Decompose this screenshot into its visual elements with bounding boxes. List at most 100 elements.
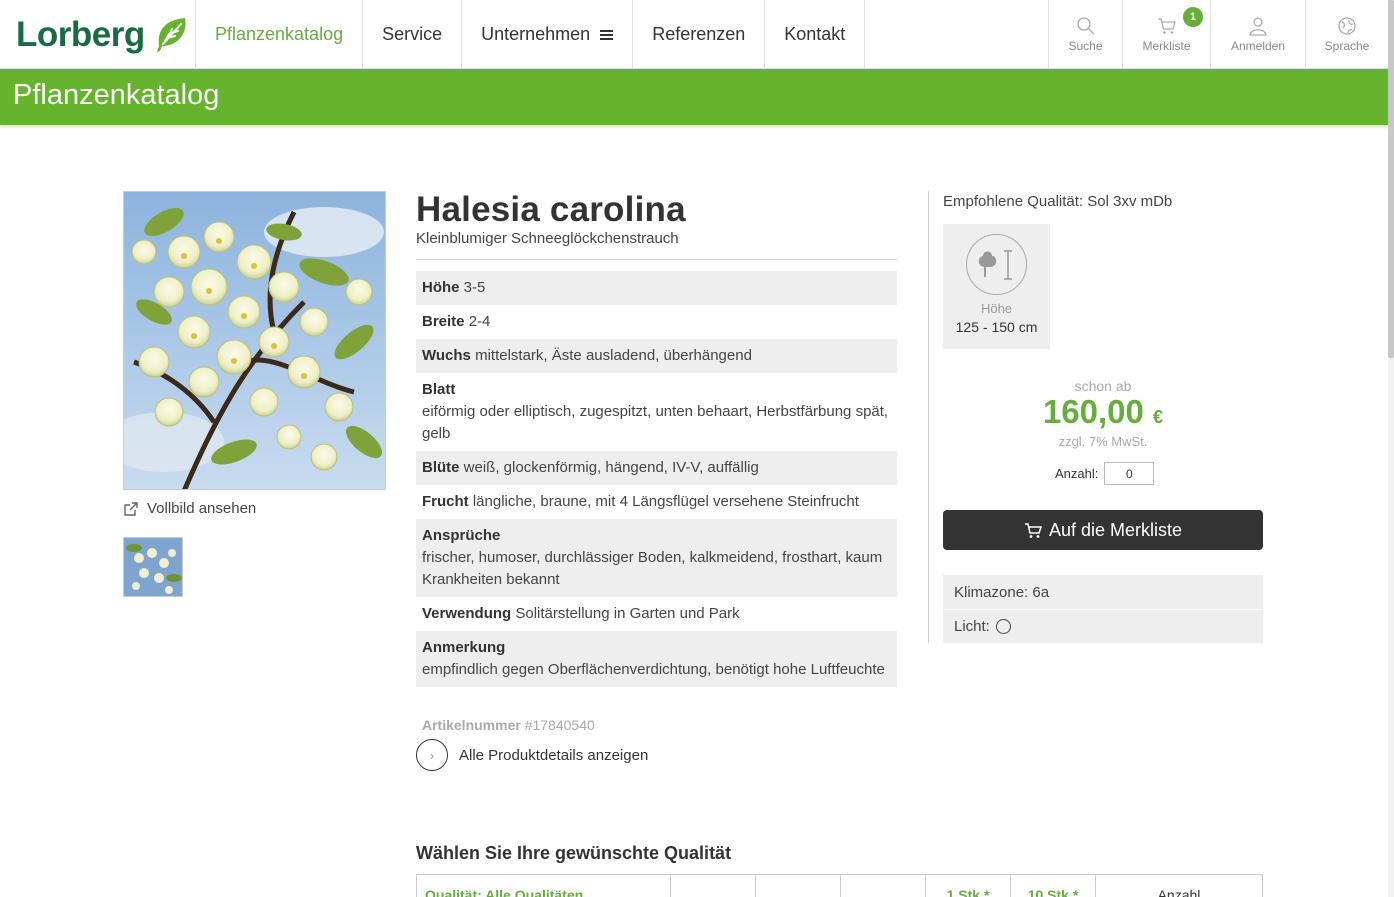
header-tools: Suche Merkliste 1 Anmelden Sprache: [1048, 0, 1388, 69]
property-label: Verwendung: [422, 605, 512, 622]
all-details-label: Alle Produktdetails anzeigen: [459, 746, 649, 764]
column-price-1[interactable]: 1 Stk.*: [926, 875, 1011, 897]
price-currency: €: [1153, 407, 1164, 427]
property-blatt: Blatt eiförmig oder elliptisch, zugespitz…: [416, 373, 897, 451]
scrollbar-thumb[interactable]: [1388, 0, 1394, 358]
add-to-wishlist-button[interactable]: Auf die Merkliste: [943, 510, 1263, 550]
column-quantity: Anzahl: [1096, 875, 1262, 897]
nav-item-service[interactable]: Service: [362, 0, 461, 69]
product-name: Halesia carolina: [416, 190, 686, 229]
nav-item-referenzen[interactable]: Referenzen: [632, 0, 764, 69]
property-breite: Breite 2-4: [416, 305, 897, 339]
quality-filter-label: Qualität: Alle Qualitäten: [425, 887, 584, 897]
product-properties: Höhe 3-5 Breite 2-4 Wuchs mittelstark, Ä…: [416, 271, 897, 687]
external-link-icon: [124, 501, 138, 516]
fullscreen-link[interactable]: Vollbild ansehen: [123, 500, 256, 517]
property-value: 3-5: [463, 279, 486, 296]
price: 160,00 €: [943, 393, 1263, 431]
price-from-label: schon ab: [1074, 378, 1132, 394]
cart-icon: [1024, 522, 1043, 538]
login-button[interactable]: Anmelden: [1210, 0, 1305, 69]
nav-label: Referenzen: [652, 24, 746, 44]
product-image[interactable]: [123, 191, 386, 490]
property-value: Solitärstellung in Garten und Park: [515, 605, 740, 622]
search-icon: [1076, 17, 1094, 35]
logo[interactable]: Lorberg: [16, 14, 189, 56]
column-label: 10 Stk.*: [1027, 887, 1079, 897]
height-value: 125 - 150 cm: [955, 319, 1038, 335]
page-title: Pflanzenkatalog: [13, 79, 220, 111]
scrollbar[interactable]: [1388, 0, 1394, 897]
property-label: Anmerkung: [422, 639, 506, 656]
property-label: Höhe: [422, 279, 460, 296]
user-icon: [1249, 17, 1267, 36]
wishlist-count-badge: 1: [1183, 7, 1203, 27]
column-label: 1 Stk.*: [946, 887, 990, 897]
column-price-10[interactable]: 10 Stk.*: [1011, 875, 1096, 897]
globe-icon: [1338, 17, 1356, 35]
property-value: weiß, glockenförmig, hängend, IV-V, auff…: [463, 459, 759, 476]
logo-text: Lorberg: [16, 15, 145, 54]
price-value: 160,00: [1042, 393, 1144, 430]
property-verwendung: Verwendung Solitärstellung in Garten und…: [416, 597, 897, 631]
thumbnail-flowers: [124, 538, 182, 596]
column-divider: [928, 191, 929, 643]
quantity-label: Anzahl:: [1055, 466, 1099, 481]
fullscreen-label: Vollbild ansehen: [147, 500, 257, 517]
column-icon-rootball[interactable]: [671, 875, 756, 897]
article-number-label: Artikelnummer: [422, 717, 521, 733]
wishlist-button[interactable]: Merkliste 1: [1122, 0, 1210, 69]
column-icon-height[interactable]: [756, 875, 841, 897]
add-to-wishlist-label: Auf die Merkliste: [1048, 519, 1183, 540]
image-thumbnail[interactable]: [123, 537, 183, 597]
nav-label: Unternehmen: [481, 24, 591, 44]
property-ansprueche: Ansprüche frischer, humoser, durchlässige…: [416, 519, 897, 597]
nav-label: Service: [382, 24, 443, 44]
property-label: Blüte: [422, 459, 460, 476]
site-header: Lorberg Pflanzenkatalog Service Unterneh…: [0, 0, 1388, 69]
quality-section-title: Wählen Sie Ihre gewünschte Qualität: [416, 843, 732, 863]
height-label: Höhe: [980, 301, 1013, 316]
page-title-band: Pflanzenkatalog: [0, 69, 1388, 125]
light-circle-icon: [995, 619, 1011, 634]
product-common-name: Kleinblumiger Schneeglöckchenstrauch: [416, 230, 679, 247]
title-divider: [416, 259, 897, 260]
nav-label: Kontakt: [784, 24, 846, 44]
property-wuchs: Wuchs mittelstark, Äste ausladend, überh…: [416, 339, 897, 373]
property-frucht: Frucht längliche, braune, mit 4 Längsflü…: [416, 485, 897, 519]
climate-zone-text: Klimazone: 6a: [954, 583, 1050, 601]
search-button[interactable]: Suche: [1048, 0, 1122, 69]
nav-item-kontakt[interactable]: Kontakt: [764, 0, 866, 69]
quality-table-header: Qualität: Alle Qualitäten 1 Stk.* 10 Stk…: [416, 874, 1263, 897]
quantity-input[interactable]: [1104, 462, 1155, 485]
leaf-icon: [156, 18, 186, 52]
nav-item-unternehmen[interactable]: Unternehmen: [461, 0, 632, 69]
language-label: Sprache: [1324, 39, 1370, 53]
quality-filter-select[interactable]: Qualität: Alle Qualitäten: [417, 875, 671, 897]
property-label: Blatt: [422, 381, 456, 398]
light-label: Licht:: [954, 618, 990, 635]
property-value: frischer, humoser, durchlässiger Boden, …: [422, 549, 883, 588]
cart-icon: [1157, 18, 1176, 34]
search-label: Suche: [1068, 39, 1103, 53]
property-value: längliche, braune, mit 4 Längsflügel ver…: [472, 493, 859, 510]
product-image-flowers: [124, 192, 385, 489]
property-value: empfindlich gegen Oberflächenverdichtung…: [422, 661, 885, 678]
language-button[interactable]: Sprache: [1305, 0, 1388, 69]
nav-item-pflanzenkatalog[interactable]: Pflanzenkatalog: [195, 0, 362, 69]
height-spec-box: Höhe 125 - 150 cm: [943, 224, 1050, 349]
property-value: eiförmig oder elliptisch, zugespitzt, un…: [422, 403, 889, 442]
all-details-link[interactable]: › Alle Produktdetails anzeigen: [416, 739, 648, 771]
property-label: Frucht: [422, 493, 469, 510]
tree-height-icon: [966, 234, 1027, 295]
column-icon-width[interactable]: [841, 875, 926, 897]
property-value: 2-4: [468, 313, 491, 330]
property-label: Ansprüche: [422, 527, 501, 544]
climate-zone: Klimazone: 6a: [943, 575, 1263, 609]
nav-label: Pflanzenkatalog: [215, 24, 344, 44]
chevron-right-icon: ›: [416, 739, 448, 771]
property-label: Breite: [422, 313, 465, 330]
column-label: Anzahl: [1157, 887, 1201, 897]
property-value: mittelstark, Äste ausladend, überhängend: [475, 347, 752, 364]
login-label: Anmelden: [1230, 39, 1286, 53]
